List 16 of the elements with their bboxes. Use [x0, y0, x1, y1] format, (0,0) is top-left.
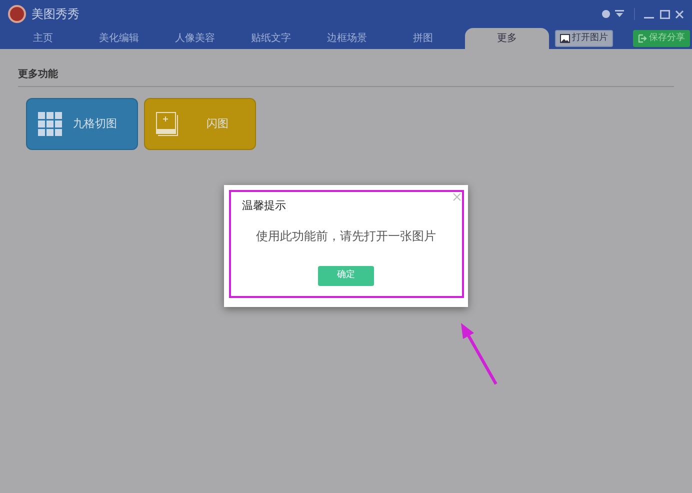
window-title: 美图秀秀 — [32, 6, 80, 23]
feature-button[interactable]: 闪图 — [144, 98, 256, 150]
nav-tab[interactable]: 更多 — [465, 28, 549, 49]
confirm-button[interactable]: 确定 — [318, 266, 374, 286]
nav-tab[interactable]: 边框场景 — [309, 28, 385, 49]
feature-button[interactable]: 九格切图 — [26, 98, 138, 150]
nav-tab[interactable]: 拼图 — [385, 28, 461, 49]
section-title: 更多功能 — [18, 67, 674, 87]
toolbar-button[interactable]: 打开图片 — [555, 30, 613, 47]
dialog-title: 温馨提示 — [242, 198, 286, 214]
nav-tab[interactable]: 主页 — [5, 28, 81, 49]
dialog-message: 使用此功能前，请先打开一张图片 — [255, 228, 437, 245]
nav-tab[interactable]: 人像美容 — [157, 28, 233, 49]
toolbar-button[interactable]: 保存分享 — [633, 30, 690, 47]
nav-tab[interactable]: 贴纸文字 — [233, 28, 309, 49]
nav-tab[interactable]: 美化编辑 — [81, 28, 157, 49]
